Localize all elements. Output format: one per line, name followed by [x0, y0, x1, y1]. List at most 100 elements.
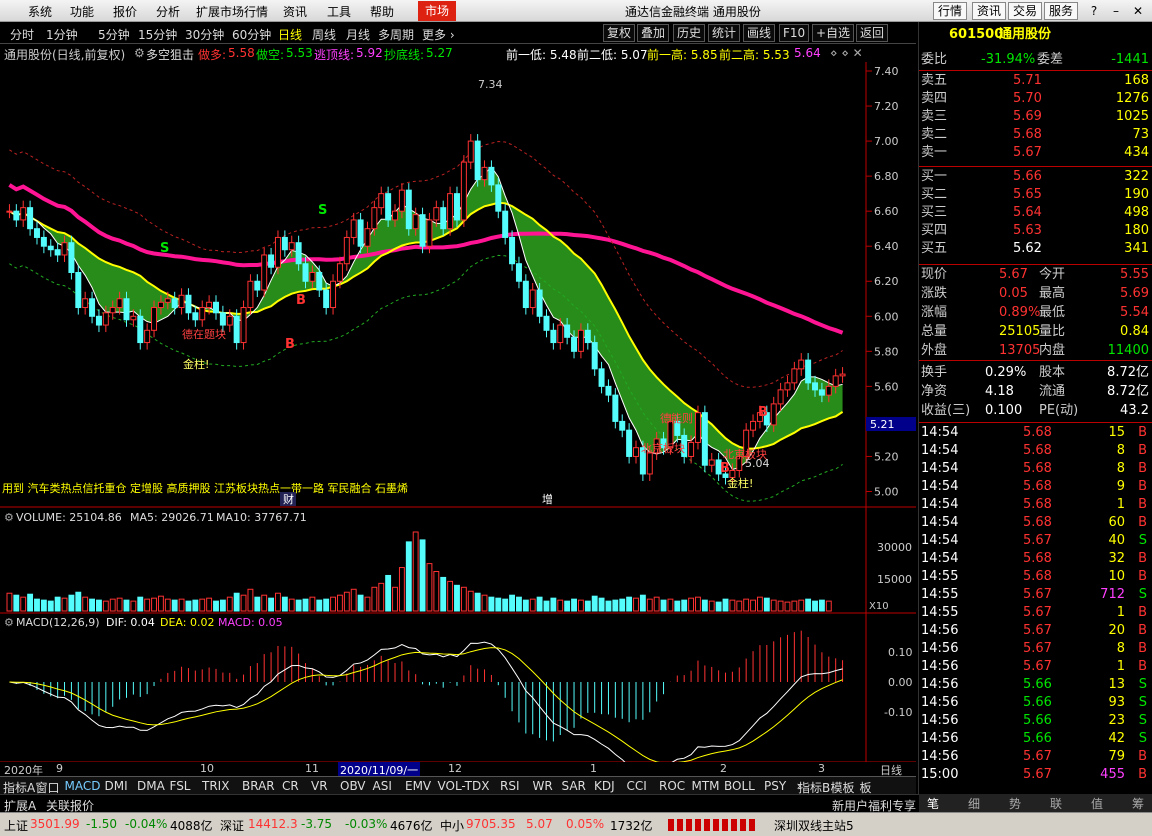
volume-bar [116, 597, 123, 612]
f10-button[interactable]: F10 [779, 24, 810, 42]
indicator-tab-brar[interactable]: BRAR [242, 779, 275, 793]
indicator-arrow-icons[interactable]: ⋄ ⋄ ✕ [830, 46, 863, 60]
tick-price: 5.68 [1023, 479, 1052, 494]
indicator-tab-fsl[interactable]: FSL [170, 779, 191, 793]
minimize-icon[interactable]: – [1105, 2, 1127, 20]
indicator-tab-cci[interactable]: CCI [627, 779, 647, 793]
macd-settings-icon[interactable]: ⚙ [4, 616, 14, 629]
menu-help[interactable]: 帮助 [370, 3, 394, 20]
menu-quote[interactable]: 报价 [113, 3, 137, 20]
indicator-tab-mtm[interactable]: MTM [692, 779, 720, 793]
quote-tab-3[interactable]: 联 [1050, 795, 1062, 812]
menu-tools[interactable]: 工具 [327, 3, 351, 20]
indicator-tab-trix[interactable]: TRIX [202, 779, 229, 793]
menu-news[interactable]: 资讯 [283, 3, 307, 20]
indicator-tab-dma[interactable]: DMA [137, 779, 165, 793]
news-button[interactable]: 资讯 [972, 2, 1007, 20]
stats-button[interactable]: 统计 [708, 24, 741, 42]
candle-body [350, 219, 357, 238]
indicator-tab-rsi[interactable]: RSI [500, 779, 520, 793]
sz-turnover: 4676亿 [390, 819, 433, 833]
quote-tab-1[interactable]: 细 [968, 795, 980, 812]
volume-bar [185, 600, 192, 612]
stat-row: 换手 0.29% 股本 8.72亿 [919, 364, 1152, 382]
quote-tab-0[interactable]: 笔 [927, 795, 939, 812]
market-button[interactable]: 市场 [418, 1, 456, 21]
indicator-tab-cr[interactable]: CR [282, 779, 299, 793]
ask-label: 卖二 [921, 127, 948, 142]
help-icon[interactable]: ? [1083, 2, 1105, 20]
volume-bar [674, 600, 681, 612]
volume-bar [722, 598, 729, 612]
period-weekly[interactable]: 周线 [312, 26, 336, 43]
indicator-tab-roc[interactable]: ROC [659, 779, 685, 793]
close-icon[interactable]: ✕ [1127, 2, 1149, 20]
macd-dif: DIF: 0.04 [106, 616, 155, 629]
indicator-name[interactable]: 多空狙击 [146, 46, 194, 63]
ask-label: 卖三 [921, 109, 948, 124]
indicator-tab-asi[interactable]: ASI [373, 779, 392, 793]
history-button[interactable]: 历史 [673, 24, 706, 42]
quote-tab-5[interactable]: 筹 [1132, 795, 1144, 812]
candle-body [564, 324, 571, 338]
candle-body [777, 389, 784, 405]
period-timeshare[interactable]: 分时 [10, 26, 34, 43]
weicha-label: 委差 [1037, 52, 1064, 67]
restore-rights-button[interactable]: 复权 [603, 24, 636, 42]
indicator-tab-boll[interactable]: BOLL [724, 779, 755, 793]
period-30min[interactable]: 30分钟 [185, 26, 224, 43]
period-5min[interactable]: 5分钟 [98, 26, 130, 43]
period-60min[interactable]: 60分钟 [232, 26, 271, 43]
add-watchlist-button[interactable]: +自选 [812, 24, 855, 42]
volume-settings-icon[interactable]: ⚙ [4, 511, 14, 524]
period-daily[interactable]: 日线 [278, 26, 302, 43]
menu-analysis[interactable]: 分析 [156, 3, 180, 20]
indicator-tab-dmi[interactable]: DMI [105, 779, 128, 793]
draw-button[interactable]: 画线 [743, 24, 776, 42]
indicator-tab-macd[interactable]: MACD [65, 779, 101, 793]
stat-row: 净资 4.18 流通 8.72亿 [919, 383, 1152, 401]
sme-index-change: 5.07 [526, 817, 553, 831]
indicator-tab-emv[interactable]: EMV [405, 779, 431, 793]
back-button[interactable]: 返回 [856, 24, 889, 42]
indicator-tab-voltdx[interactable]: VOL-TDX [438, 779, 490, 793]
candle-body [247, 280, 254, 309]
quote-button[interactable]: 行情 [933, 2, 968, 20]
market-strength-bar [668, 819, 758, 831]
candle-body [295, 242, 302, 265]
period-1min[interactable]: 1分钟 [46, 26, 78, 43]
tick-volume: 40 [1108, 533, 1125, 548]
placement-marker[interactable]: 增 [542, 492, 553, 506]
volume-bar [288, 598, 295, 612]
volume-bar [206, 597, 213, 612]
period-multi[interactable]: 多周期 [378, 26, 414, 43]
period-more[interactable]: 更多 › [422, 26, 455, 43]
indicator-tab-psy[interactable]: PSY [764, 779, 786, 793]
stat-label-2: 量比 [1039, 324, 1066, 339]
quote-tab-4[interactable]: 值 [1091, 795, 1103, 812]
indicator-tab-obv[interactable]: OBV [340, 779, 366, 793]
quote-tab-2[interactable]: 势 [1009, 795, 1021, 812]
service-button[interactable]: 服务 [1044, 2, 1079, 20]
menu-function[interactable]: 功能 [70, 3, 94, 20]
chart-area[interactable]: 7.40 7.20 7.00 6.80 6.60 6.40 6.20 6.00 5.80 5.60… [0, 62, 916, 776]
volume-bar [96, 599, 102, 612]
stat-value-2: 8.72亿 [1107, 365, 1149, 380]
period-15min[interactable]: 15分钟 [138, 26, 177, 43]
indicator-tab-wr[interactable]: WR [533, 779, 553, 793]
trade-button[interactable]: 交易 [1008, 2, 1043, 20]
period-monthly[interactable]: 月线 [346, 26, 370, 43]
indicator-tab-sar[interactable]: SAR [562, 779, 586, 793]
menu-system[interactable]: 系统 [28, 3, 52, 20]
menu-ext-market[interactable]: 扩展市场行情 [196, 3, 268, 20]
indicator-tab-kdj[interactable]: KDJ [594, 779, 615, 793]
candle-body [199, 307, 206, 321]
indicator-tab-vr[interactable]: VR [311, 779, 328, 793]
sme-index-pct: 0.05% [566, 817, 605, 831]
finance-marker[interactable]: 财 [283, 492, 294, 506]
indicator-settings-icon[interactable]: ⚙ [134, 46, 145, 60]
stat-value-2: 43.2 [1120, 403, 1149, 418]
kline-chart[interactable]: 7.40 7.20 7.00 6.80 6.60 6.40 6.20 6.00 5.80 5.60… [0, 62, 916, 776]
macd-label: MACD(12,26,9) [16, 616, 100, 629]
overlay-button[interactable]: 叠加 [637, 24, 670, 42]
